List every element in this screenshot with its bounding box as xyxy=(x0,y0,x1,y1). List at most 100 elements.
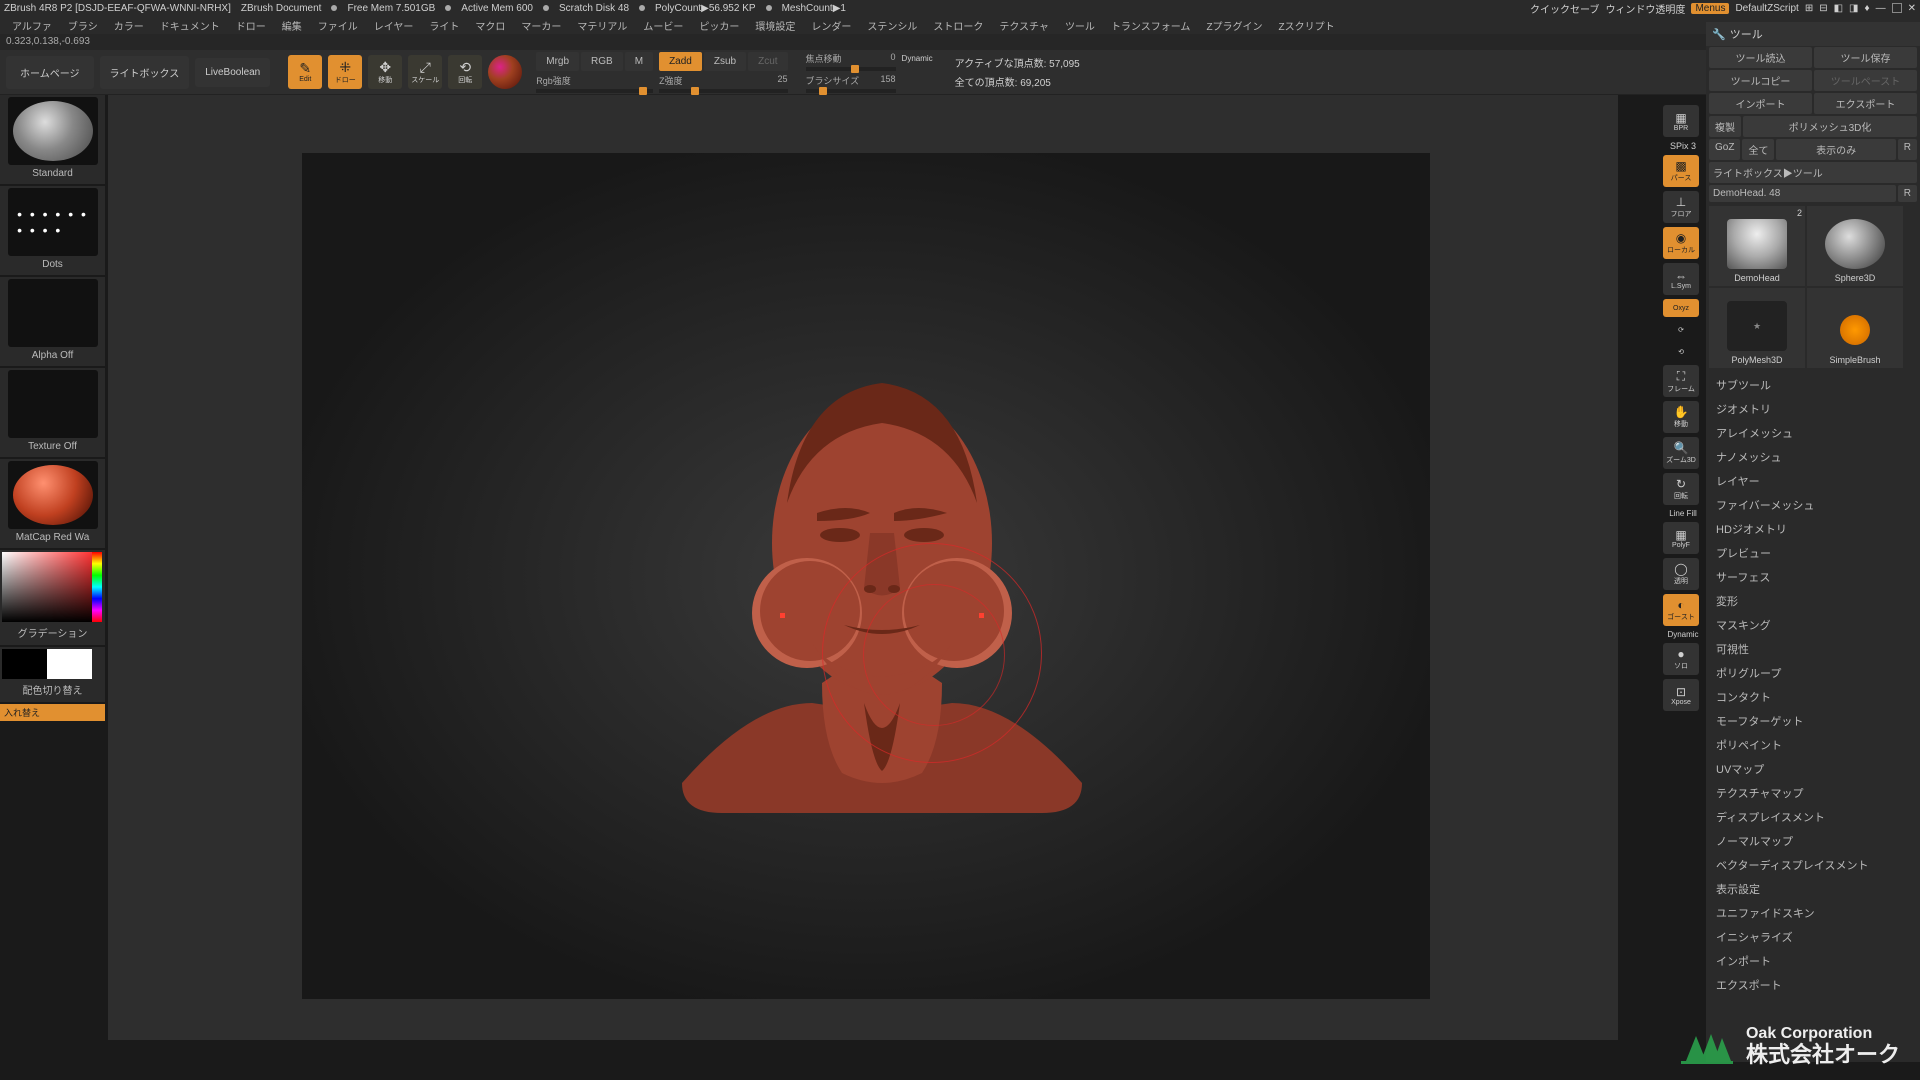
tool-item-SimpleBrush[interactable]: SimpleBrush xyxy=(1807,288,1903,368)
solo-button[interactable]: ●ソロ xyxy=(1663,643,1699,675)
close-icon[interactable]: ✕ xyxy=(1908,3,1916,14)
export-button[interactable]: エクスポート xyxy=(1814,93,1917,114)
menu-ブラシ[interactable]: ブラシ xyxy=(60,16,106,35)
accordion-ファイバーメッシュ[interactable]: ファイバーメッシュ xyxy=(1706,493,1920,517)
menu-ストローク[interactable]: ストローク xyxy=(925,16,991,35)
layout-icon[interactable]: ⊟ xyxy=(1819,3,1827,14)
load-tool-button[interactable]: ツール読込 xyxy=(1709,47,1812,68)
accordion-HDジオメトリ[interactable]: HDジオメトリ xyxy=(1706,517,1920,541)
menu-カラー[interactable]: カラー xyxy=(106,16,152,35)
xyz-button[interactable]: Oxyz xyxy=(1663,299,1699,317)
dynamic-label2[interactable]: Dynamic xyxy=(1663,630,1703,639)
menu-編集[interactable]: 編集 xyxy=(274,16,310,35)
accordion-ディスプレイスメント[interactable]: ディスプレイスメント xyxy=(1706,805,1920,829)
rgb-mode[interactable]: RGB xyxy=(581,52,623,71)
brush-slot[interactable]: Standard xyxy=(0,95,105,184)
tool-item-Sphere3D[interactable]: Sphere3D xyxy=(1807,206,1903,286)
scale-button[interactable]: ⤢スケール xyxy=(408,55,442,89)
menu-ドキュメント[interactable]: ドキュメント xyxy=(152,16,228,35)
draw-button[interactable]: ⁜ドロー xyxy=(328,55,362,89)
menu-Zスクリプト[interactable]: Zスクリプト xyxy=(1271,16,1343,35)
swap-colors-button[interactable]: 入れ替え xyxy=(0,704,105,721)
rotate-z-icon[interactable]: ⟲ xyxy=(1663,343,1699,361)
goz-button[interactable]: GoZ xyxy=(1709,139,1740,160)
brush-size-slider[interactable]: ブラシサイズ158 xyxy=(806,74,896,93)
accordion-アレイメッシュ[interactable]: アレイメッシュ xyxy=(1706,421,1920,445)
color-picker[interactable]: グラデーション xyxy=(0,550,105,645)
edit-button[interactable]: ✎Edit xyxy=(288,55,322,89)
accordion-ノーマルマップ[interactable]: ノーマルマップ xyxy=(1706,829,1920,853)
accordion-ポリグループ[interactable]: ポリグループ xyxy=(1706,661,1920,685)
maximize-icon[interactable] xyxy=(1892,3,1902,13)
accordion-ジオメトリ[interactable]: ジオメトリ xyxy=(1706,397,1920,421)
accordion-コンタクト[interactable]: コンタクト xyxy=(1706,685,1920,709)
menu-テクスチャ[interactable]: テクスチャ xyxy=(991,16,1057,35)
swatches[interactable]: 配色切り替え xyxy=(0,647,105,702)
menu-Zプラグイン[interactable]: Zプラグイン xyxy=(1198,16,1270,35)
accordion-レイヤー[interactable]: レイヤー xyxy=(1706,469,1920,493)
tool-panel-header[interactable]: 🔧ツール xyxy=(1706,22,1920,46)
lightbox-button[interactable]: ライトボックス xyxy=(100,56,190,89)
tool-item-DemoHead[interactable]: 2DemoHead xyxy=(1709,206,1805,286)
menu-ツール[interactable]: ツール xyxy=(1057,16,1103,35)
accordion-変形[interactable]: 変形 xyxy=(1706,589,1920,613)
accordion-ナノメッシュ[interactable]: ナノメッシュ xyxy=(1706,445,1920,469)
transp-button[interactable]: ◯透明 xyxy=(1663,558,1699,590)
ghost-button[interactable]: ◐ゴースト xyxy=(1663,594,1699,626)
menu-マテリアル[interactable]: マテリアル xyxy=(569,16,635,35)
accordion-表示設定[interactable]: 表示設定 xyxy=(1706,877,1920,901)
menu-ドロー[interactable]: ドロー xyxy=(228,16,274,35)
zcut-mode[interactable]: Zcut xyxy=(748,52,787,71)
lightbox-tool-button[interactable]: ライトボックス▶ツール xyxy=(1709,162,1917,183)
goz-r-button[interactable]: R xyxy=(1898,139,1917,160)
make-polymesh-button[interactable]: ポリメッシュ3D化 xyxy=(1743,116,1917,137)
menu-マクロ[interactable]: マクロ xyxy=(467,16,513,35)
accordion-サーフェス[interactable]: サーフェス xyxy=(1706,565,1920,589)
default-zscript[interactable]: DefaultZScript xyxy=(1735,3,1798,14)
accordion-プレビュー[interactable]: プレビュー xyxy=(1706,541,1920,565)
help-icon[interactable]: ♦ xyxy=(1865,3,1870,14)
homepage-button[interactable]: ホームページ xyxy=(6,56,94,89)
spix-label[interactable]: SPix 3 xyxy=(1663,141,1703,151)
rotate-y-icon[interactable]: ⟳ xyxy=(1663,321,1699,339)
accordion-ポリペイント[interactable]: ポリペイント xyxy=(1706,733,1920,757)
move-button[interactable]: ✥移動 xyxy=(368,55,402,89)
local-button[interactable]: ◉ローカル xyxy=(1663,227,1699,259)
linefill-label[interactable]: Line Fill xyxy=(1663,509,1703,518)
gizmo-sphere[interactable] xyxy=(488,55,522,89)
mrgb-mode[interactable]: Mrgb xyxy=(536,52,579,71)
menu-マーカー[interactable]: マーカー xyxy=(513,16,569,35)
menu-レンダー[interactable]: レンダー xyxy=(803,16,859,35)
rgb-intensity-slider[interactable]: Rgb強度 xyxy=(536,74,653,93)
clone-button[interactable]: 複製 xyxy=(1709,116,1741,137)
texture-slot[interactable]: Texture Off xyxy=(0,368,105,457)
xpose-button[interactable]: ⊡Xpose xyxy=(1663,679,1699,711)
goz-all-button[interactable]: 全て xyxy=(1742,139,1774,160)
rotate-button[interactable]: ⟲回転 xyxy=(448,55,482,89)
minimize-icon[interactable]: — xyxy=(1876,3,1886,14)
transparency-label[interactable]: ウィンドウ透明度 xyxy=(1605,1,1685,16)
floor-button[interactable]: ⊥フロア xyxy=(1663,191,1699,223)
material-slot[interactable]: MatCap Red Wa xyxy=(0,459,105,548)
nav-move-button[interactable]: ✋移動 xyxy=(1663,401,1699,433)
m-mode[interactable]: M xyxy=(625,52,653,71)
accordion-ユニファイドスキン[interactable]: ユニファイドスキン xyxy=(1706,901,1920,925)
accordion-マスキング[interactable]: マスキング xyxy=(1706,613,1920,637)
lsym-button[interactable]: ⇔L.Sym xyxy=(1663,263,1699,295)
z-intensity-slider[interactable]: Z強度25 xyxy=(659,74,787,93)
frame-button[interactable]: ⛶フレーム xyxy=(1663,365,1699,397)
import-button[interactable]: インポート xyxy=(1709,93,1812,114)
accordion-エクスポート[interactable]: エクスポート xyxy=(1706,973,1920,997)
accordion-イニシャライズ[interactable]: イニシャライズ xyxy=(1706,925,1920,949)
menu-環境設定[interactable]: 環境設定 xyxy=(747,16,803,35)
save-tool-button[interactable]: ツール保存 xyxy=(1814,47,1917,68)
menu-ピッカー[interactable]: ピッカー xyxy=(691,16,747,35)
menu-レイヤー[interactable]: レイヤー xyxy=(366,16,422,35)
layout-icon[interactable]: ◧ xyxy=(1834,3,1843,14)
menu-ファイル[interactable]: ファイル xyxy=(310,16,366,35)
accordion-サブツール[interactable]: サブツール xyxy=(1706,373,1920,397)
quicksave-button[interactable]: クイックセーブ xyxy=(1530,1,1599,16)
stroke-slot[interactable]: • • • • • •• • • •Dots xyxy=(0,186,105,275)
accordion-テクスチャマップ[interactable]: テクスチャマップ xyxy=(1706,781,1920,805)
layout-icon[interactable]: ⊞ xyxy=(1805,3,1813,14)
